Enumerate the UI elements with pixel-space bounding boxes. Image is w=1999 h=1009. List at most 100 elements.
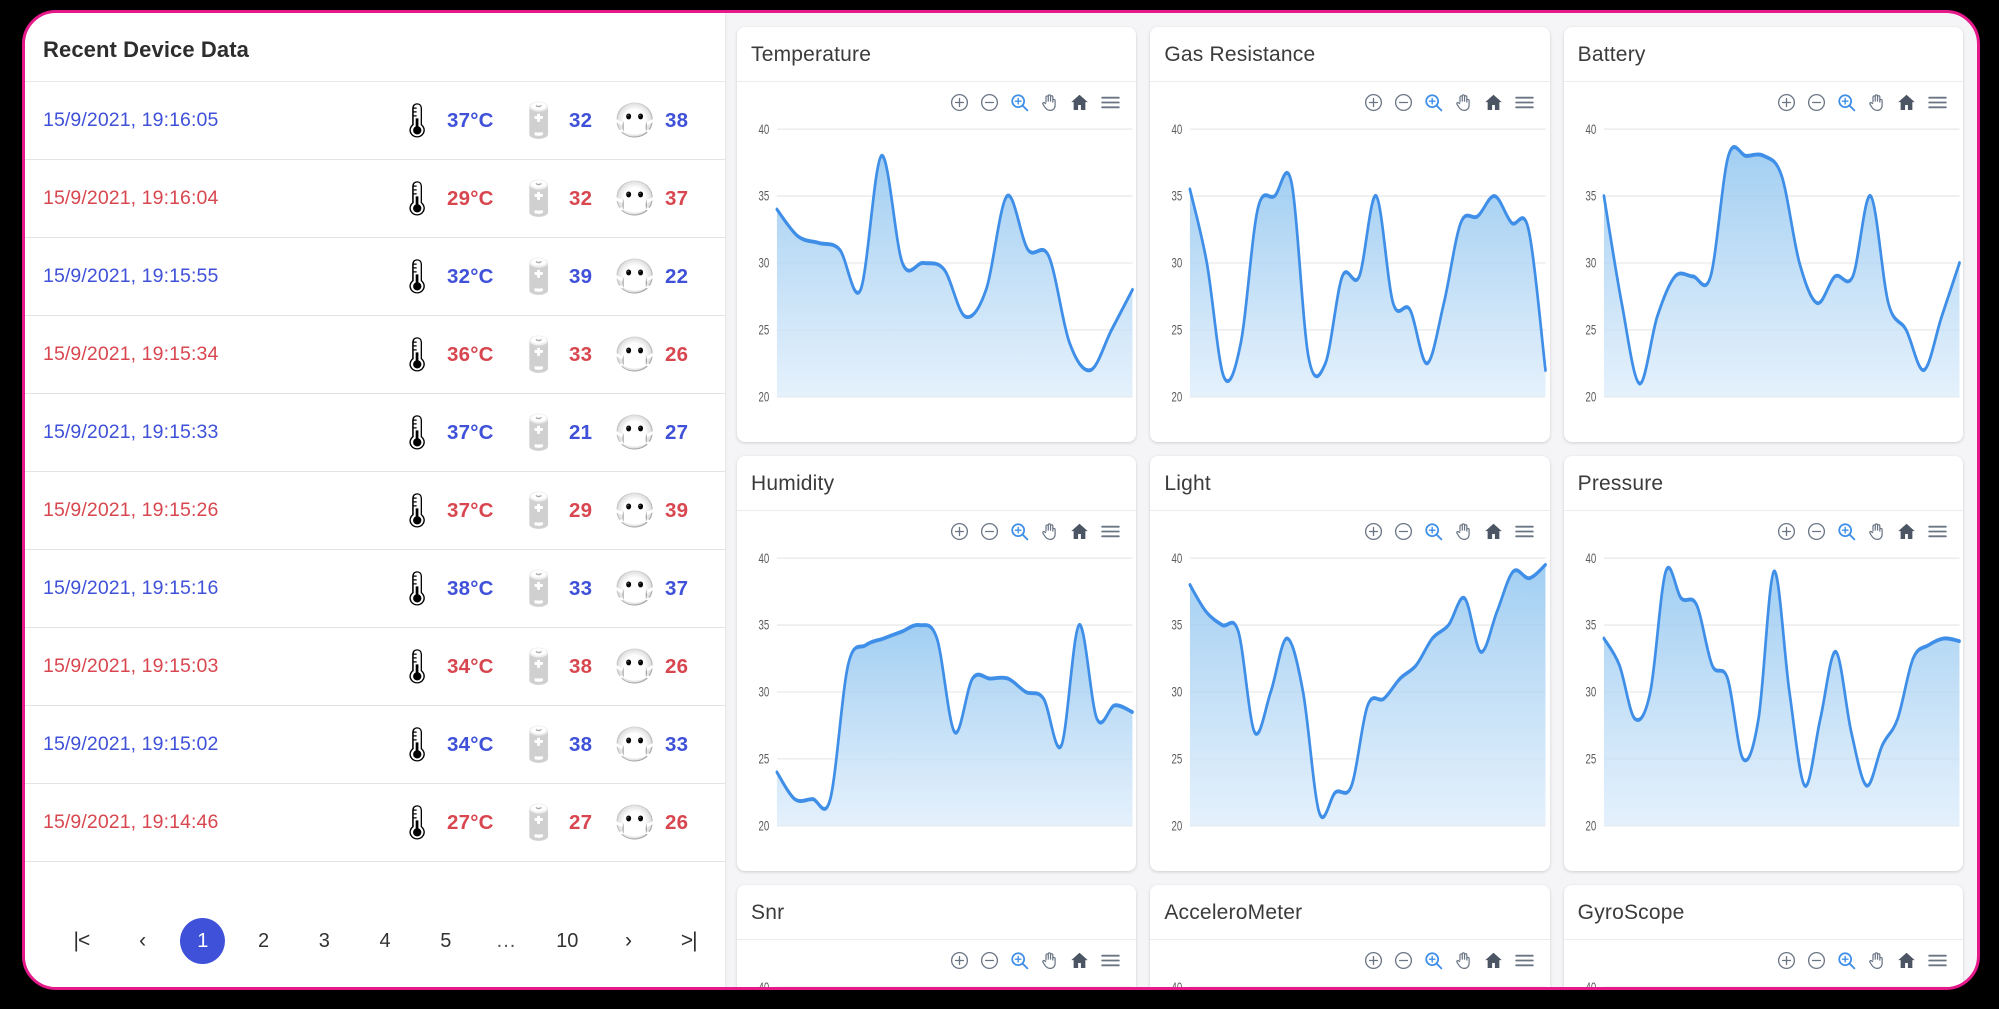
zoom-out-icon[interactable]: [1393, 92, 1414, 118]
selection-zoom-icon[interactable]: [1009, 521, 1030, 547]
chart-plot[interactable]: 20 25 30 35 40: [1564, 547, 1963, 863]
table-row[interactable]: 15/9/2021, 19:15:33 🌡 37°C 🔋 21 😷 27: [25, 394, 725, 472]
zoom-out-icon[interactable]: [979, 92, 1000, 118]
pan-hand-icon[interactable]: [1866, 92, 1887, 118]
zoom-in-icon[interactable]: [1363, 521, 1384, 547]
chart-toolbar[interactable]: [949, 950, 1122, 976]
pan-hand-icon[interactable]: [1453, 950, 1474, 976]
chart-toolbar[interactable]: [949, 92, 1122, 118]
zoom-out-icon[interactable]: [1806, 950, 1827, 976]
hamburger-menu-icon[interactable]: [1926, 92, 1949, 118]
chart-plot[interactable]: 20 25 30 35 40: [1150, 547, 1549, 863]
home-reset-icon[interactable]: [1069, 92, 1090, 118]
chart-toolbar[interactable]: [1776, 521, 1949, 547]
pagination-ellipsis[interactable]: ...: [484, 918, 529, 964]
zoom-in-icon[interactable]: [1363, 950, 1384, 976]
zoom-in-icon[interactable]: [949, 950, 970, 976]
pagination-page-5[interactable]: 5: [423, 918, 468, 964]
table-row[interactable]: 15/9/2021, 19:15:16 🌡 38°C 🔋 33 😷 37: [25, 550, 725, 628]
zoom-out-icon[interactable]: [1393, 521, 1414, 547]
hamburger-menu-icon[interactable]: [1099, 521, 1122, 547]
hamburger-menu-icon[interactable]: [1926, 950, 1949, 976]
selection-zoom-icon[interactable]: [1009, 950, 1030, 976]
chart-title: Gas Resistance: [1150, 27, 1550, 82]
table-row[interactable]: 15/9/2021, 19:14:46 🌡 27°C 🔋 27 😷 26: [25, 784, 725, 862]
zoom-out-icon[interactable]: [979, 950, 1000, 976]
chart-plot[interactable]: 40: [1150, 976, 1549, 987]
chart-toolbar[interactable]: [949, 521, 1122, 547]
home-reset-icon[interactable]: [1069, 521, 1090, 547]
home-reset-icon[interactable]: [1483, 950, 1504, 976]
pagination-prev[interactable]: ‹: [120, 918, 165, 964]
table-row[interactable]: 15/9/2021, 19:15:34 🌡 36°C 🔋 33 😷 26: [25, 316, 725, 394]
pan-hand-icon[interactable]: [1866, 521, 1887, 547]
chart-toolbar[interactable]: [1363, 950, 1536, 976]
chart-plot[interactable]: 40: [1564, 976, 1963, 987]
table-row[interactable]: 15/9/2021, 19:15:55 🌡 32°C 🔋 39 😷 22: [25, 238, 725, 316]
table-row[interactable]: 15/9/2021, 19:15:03 🌡 34°C 🔋 38 😷 26: [25, 628, 725, 706]
pagination-first[interactable]: |<: [59, 918, 104, 964]
chart-toolbar[interactable]: [1776, 92, 1949, 118]
hamburger-menu-icon[interactable]: [1513, 950, 1536, 976]
pan-hand-icon[interactable]: [1866, 950, 1887, 976]
table-row[interactable]: 15/9/2021, 19:16:04 🌡 29°C 🔋 32 😷 37: [25, 160, 725, 238]
hamburger-menu-icon[interactable]: [1099, 92, 1122, 118]
pan-hand-icon[interactable]: [1039, 950, 1060, 976]
selection-zoom-icon[interactable]: [1836, 92, 1857, 118]
hamburger-menu-icon[interactable]: [1099, 950, 1122, 976]
selection-zoom-icon[interactable]: [1423, 521, 1444, 547]
chart-plot[interactable]: 20 25 30 35 40: [737, 118, 1136, 434]
home-reset-icon[interactable]: [1896, 521, 1917, 547]
zoom-in-icon[interactable]: [949, 92, 970, 118]
hamburger-menu-icon[interactable]: [1513, 521, 1536, 547]
pagination-page-4[interactable]: 4: [363, 918, 408, 964]
pagination-page-3[interactable]: 3: [302, 918, 347, 964]
chart-plot[interactable]: 20 25 30 35 40: [1150, 118, 1549, 434]
chart-toolbar[interactable]: [1363, 92, 1536, 118]
zoom-in-icon[interactable]: [1776, 950, 1797, 976]
pan-hand-icon[interactable]: [1039, 521, 1060, 547]
selection-zoom-icon[interactable]: [1423, 92, 1444, 118]
zoom-out-icon[interactable]: [1806, 521, 1827, 547]
pagination-last[interactable]: >|: [666, 918, 711, 964]
pan-hand-icon[interactable]: [1453, 521, 1474, 547]
pagination-page-2[interactable]: 2: [241, 918, 286, 964]
chart-plot[interactable]: 20 25 30 35 40: [737, 547, 1136, 863]
selection-zoom-icon[interactable]: [1009, 92, 1030, 118]
home-reset-icon[interactable]: [1896, 92, 1917, 118]
hamburger-menu-icon[interactable]: [1513, 92, 1536, 118]
chart-plot[interactable]: 20 25 30 35 40: [1564, 118, 1963, 434]
selection-zoom-icon[interactable]: [1836, 521, 1857, 547]
pagination[interactable]: |< ‹ 1 2 3 4 5... 10 › >|: [25, 895, 725, 987]
chart-body: 40: [1564, 940, 1963, 987]
zoom-in-icon[interactable]: [1363, 92, 1384, 118]
pagination-next[interactable]: ›: [606, 918, 651, 964]
pagination-page-1[interactable]: 1: [180, 918, 226, 964]
selection-zoom-icon[interactable]: [1836, 950, 1857, 976]
pagination-page-10[interactable]: 10: [545, 918, 590, 964]
zoom-in-icon[interactable]: [949, 521, 970, 547]
row-metrics: 🌡 37°C 🔋 32 😷 38: [395, 104, 699, 138]
table-row[interactable]: 15/9/2021, 19:15:02 🌡 34°C 🔋 38 😷 33: [25, 706, 725, 784]
chart-toolbar[interactable]: [1363, 521, 1536, 547]
zoom-out-icon[interactable]: [979, 521, 1000, 547]
hamburger-menu-icon[interactable]: [1926, 521, 1949, 547]
thermometer-icon: 🌡: [395, 491, 439, 530]
zoom-in-icon[interactable]: [1776, 521, 1797, 547]
selection-zoom-icon[interactable]: [1423, 950, 1444, 976]
svg-text:20: 20: [1172, 389, 1183, 405]
home-reset-icon[interactable]: [1483, 521, 1504, 547]
zoom-out-icon[interactable]: [1806, 92, 1827, 118]
table-row[interactable]: 15/9/2021, 19:15:26 🌡 37°C 🔋 29 😷 39: [25, 472, 725, 550]
pan-hand-icon[interactable]: [1453, 92, 1474, 118]
chart-plot[interactable]: 40: [737, 976, 1136, 987]
home-reset-icon[interactable]: [1483, 92, 1504, 118]
row-metrics: 🌡 38°C 🔋 33 😷 37: [395, 572, 699, 606]
zoom-out-icon[interactable]: [1393, 950, 1414, 976]
home-reset-icon[interactable]: [1896, 950, 1917, 976]
zoom-in-icon[interactable]: [1776, 92, 1797, 118]
table-row[interactable]: 15/9/2021, 19:16:05 🌡 37°C 🔋 32 😷 38: [25, 82, 725, 160]
chart-toolbar[interactable]: [1776, 950, 1949, 976]
pan-hand-icon[interactable]: [1039, 92, 1060, 118]
home-reset-icon[interactable]: [1069, 950, 1090, 976]
